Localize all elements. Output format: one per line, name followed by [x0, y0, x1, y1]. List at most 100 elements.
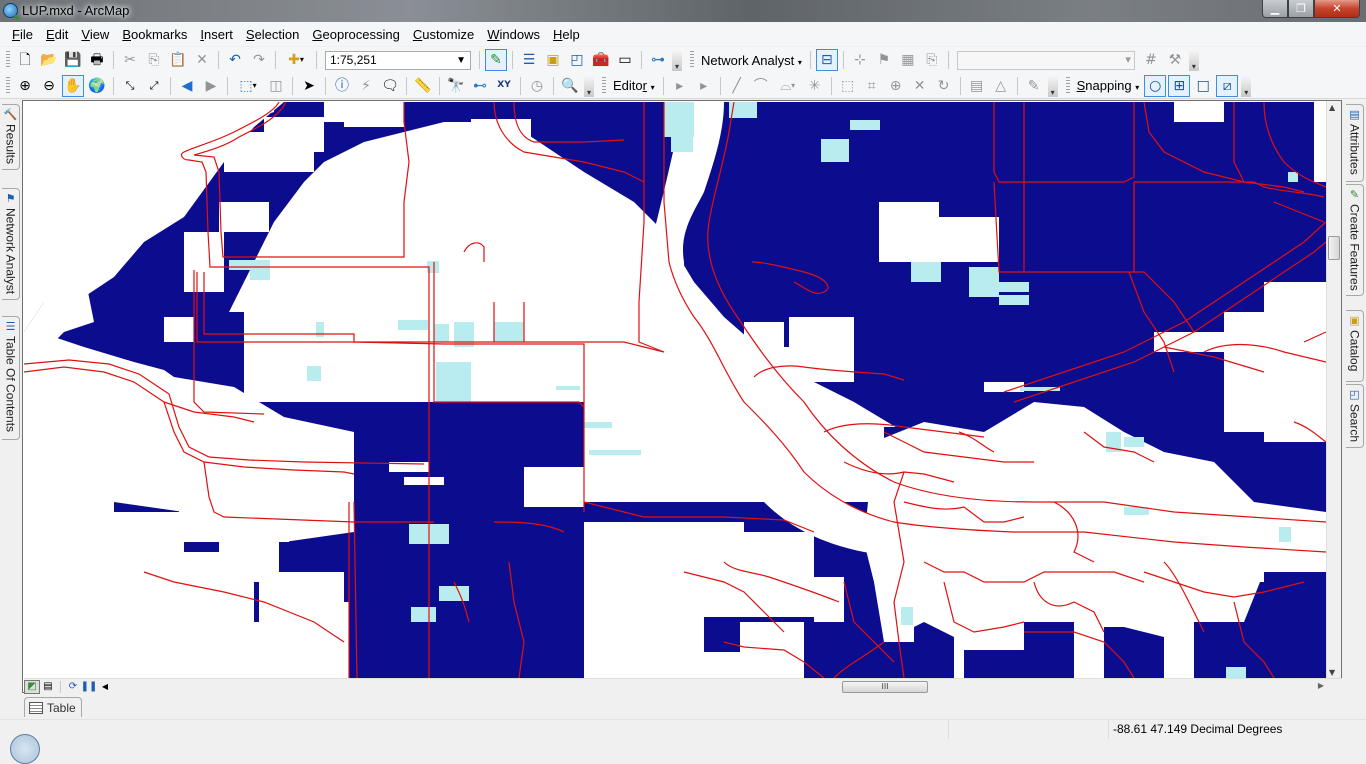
select-move-location-button[interactable]: ⚑ — [873, 49, 895, 71]
create-features-tab[interactable]: ✎ Create Features — [1346, 184, 1364, 296]
menu-customize[interactable]: Customize — [407, 27, 481, 42]
hyperlink-button[interactable]: ⚡ — [355, 75, 377, 97]
select-features-button[interactable]: ⬚ ▾ — [233, 75, 263, 97]
toolbar-grip[interactable] — [1065, 76, 1070, 95]
vertical-scroll-thumb[interactable] — [1328, 236, 1340, 260]
toolbar-grip[interactable] — [602, 76, 606, 95]
editor-toolbar-button[interactable]: ✎ — [485, 49, 507, 71]
print-button[interactable]: 🖶 — [86, 49, 108, 71]
table-of-contents-button[interactable]: ☰ — [518, 49, 540, 71]
go-to-xy-button[interactable]: XY — [493, 75, 515, 97]
sketch-properties-button[interactable]: △ — [990, 75, 1012, 97]
edit-tool-button[interactable]: ▸ — [669, 75, 691, 97]
cut-polygons-button[interactable]: ⊕ — [885, 75, 907, 97]
catalog-button[interactable]: ▣ — [542, 49, 564, 71]
toolbar-options-chevron[interactable]: ▾ — [584, 74, 594, 97]
restore-button[interactable]: ❐ — [1288, 0, 1314, 18]
vertex-snapping-button[interactable]: □ — [1192, 75, 1214, 97]
network-identify-button[interactable]: # — [1140, 49, 1162, 71]
editor-menu[interactable]: Editor ▾ — [609, 78, 659, 93]
toolbar-grip[interactable] — [690, 51, 694, 69]
map-scale-combo[interactable]: 1:75,251 ▼ — [325, 50, 471, 70]
toolbar-options-chevron[interactable]: ▾ — [1188, 49, 1199, 71]
measure-button[interactable]: 📏 — [412, 75, 434, 97]
fixed-zoom-out-button[interactable]: ⤢ — [143, 75, 165, 97]
open-button[interactable]: 📂 — [38, 49, 60, 71]
redo-button[interactable]: ↷ — [248, 49, 270, 71]
toolbar-options-chevron[interactable]: ▾ — [1047, 74, 1058, 97]
menu-windows[interactable]: Windows — [481, 27, 547, 42]
end-snapping-button[interactable]: ⊞ — [1168, 74, 1191, 97]
menu-help[interactable]: Help — [547, 27, 587, 42]
menu-geoprocessing[interactable]: Geoprocessing — [306, 27, 406, 42]
add-data-button[interactable]: ✚ ▾ — [281, 49, 311, 71]
menu-selection[interactable]: Selection — [240, 27, 306, 42]
menu-bookmarks[interactable]: Bookmarks — [116, 27, 194, 42]
attributes-button[interactable]: ▤ — [966, 75, 988, 97]
snapping-menu[interactable]: Snapping ▾ — [1073, 78, 1144, 93]
trace-button[interactable]: ⌓ ▾ — [774, 75, 802, 97]
point-snapping-button[interactable]: ○ — [1144, 74, 1167, 97]
menu-file[interactable]: File — [6, 27, 40, 42]
data-view-button[interactable]: ◩ — [24, 679, 40, 694]
cut-button[interactable]: ✂ — [119, 49, 141, 71]
attributes-tab[interactable]: ▤ Attributes — [1346, 104, 1364, 182]
toolbar-options-chevron[interactable]: ▾ — [1241, 74, 1252, 97]
network-analysis-layer-combo[interactable] — [956, 50, 1135, 70]
scroll-left-button[interactable]: ◀ — [97, 680, 113, 694]
results-tab[interactable]: 🔨 Results — [2, 104, 20, 170]
toolbar-grip[interactable] — [6, 76, 10, 95]
network-analyst-tab[interactable]: ⚑ Network Analyst — [2, 188, 20, 300]
build-network-button[interactable]: ▦ — [897, 49, 919, 71]
clear-selection-button[interactable]: ◫ — [265, 75, 287, 97]
network-analyst-window-button[interactable]: ⊟ — [815, 49, 838, 71]
pan-button[interactable]: ✋ — [62, 74, 84, 97]
scroll-down-arrow-icon[interactable]: ▼ — [1329, 668, 1335, 677]
reshape-feature-button[interactable]: ⌗ — [861, 75, 883, 97]
modelbuilder-button[interactable]: ⊶ — [647, 49, 669, 71]
edit-annotation-button[interactable]: ▸ — [693, 75, 715, 97]
straight-segment-button[interactable]: ╱ — [726, 75, 748, 97]
new-document-button[interactable]: 🗋 — [14, 49, 36, 71]
directions-button[interactable]: ⎘ — [921, 49, 943, 71]
map-vertical-scrollbar[interactable]: ▲ ▼ — [1326, 101, 1341, 679]
table-tab[interactable]: Table — [24, 697, 82, 717]
time-slider-button[interactable]: ◷ — [526, 75, 548, 97]
edge-snapping-button[interactable]: ⧄ — [1216, 74, 1239, 97]
menu-insert[interactable]: Insert — [194, 27, 240, 42]
horizontal-scroll-thumb[interactable]: III — [842, 681, 928, 693]
scroll-right-arrow-icon[interactable]: ▶ — [1318, 681, 1324, 690]
save-button[interactable]: 💾 — [62, 49, 84, 71]
toolbar-options-chevron[interactable]: ▾ — [672, 49, 682, 71]
html-popup-button[interactable]: 🗨 — [379, 75, 401, 97]
refresh-button[interactable]: ⟳ — [65, 680, 81, 694]
arctoolbox-button[interactable]: 🧰 — [590, 49, 612, 71]
find-button[interactable]: 🔭 — [445, 75, 467, 97]
select-elements-button[interactable]: ➤ — [298, 75, 320, 97]
copy-button[interactable]: ⎘ — [143, 49, 165, 71]
search-tab[interactable]: ◰ Search — [1346, 384, 1364, 448]
find-route-button[interactable]: ⊷ — [469, 75, 491, 97]
fixed-zoom-in-button[interactable]: ⤡ — [119, 75, 141, 97]
create-network-location-button[interactable]: ⊹ — [849, 49, 871, 71]
pause-drawing-button[interactable]: ❚❚ — [81, 680, 98, 694]
identify-button[interactable]: ⓘ — [331, 75, 353, 97]
python-window-button[interactable]: ▭ — [614, 49, 636, 71]
menu-view[interactable]: View — [75, 27, 116, 42]
network-analyst-menu[interactable]: Network Analyst ▾ — [697, 53, 806, 68]
create-features-button[interactable]: ✎ — [1023, 75, 1045, 97]
go-back-button[interactable]: ◀ — [176, 75, 198, 97]
split-tool-button[interactable]: ✕ — [909, 75, 931, 97]
network-properties-button[interactable]: ⚒ — [1164, 49, 1186, 71]
map-canvas[interactable] — [24, 102, 1326, 678]
point-button[interactable]: ✳ — [804, 75, 826, 97]
end-point-arc-button[interactable]: ⌒ — [750, 75, 772, 97]
undo-button[interactable]: ↶ — [224, 49, 246, 71]
rotate-tool-button[interactable]: ↻ — [933, 75, 955, 97]
toolbar-grip[interactable] — [6, 51, 10, 69]
full-extent-button[interactable]: 🌍 — [86, 75, 108, 97]
map-horizontal-scrollbar[interactable]: III ▶ — [824, 680, 1324, 694]
scroll-up-arrow-icon[interactable]: ▲ — [1329, 103, 1335, 112]
zoom-out-button[interactable]: ⊖ — [38, 75, 60, 97]
edit-vertices-button[interactable]: ⬚ — [837, 75, 859, 97]
